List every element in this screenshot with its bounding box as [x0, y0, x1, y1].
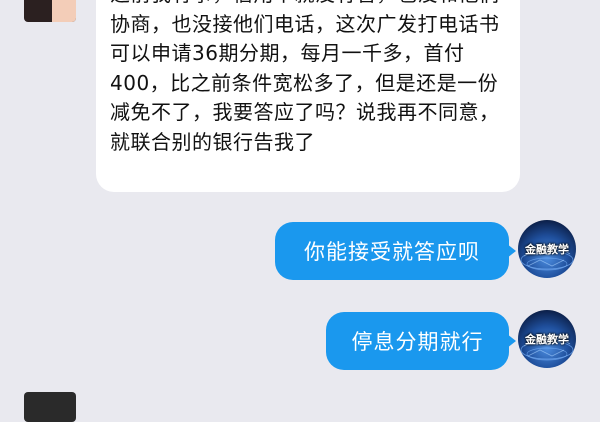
globe-network-avatar-icon[interactable]: 金融教学: [518, 310, 576, 368]
outgoing-message-bubble[interactable]: 停息分期就行: [326, 312, 516, 370]
avatar-label: 金融教学: [525, 333, 569, 346]
contact-avatar[interactable]: [24, 0, 76, 22]
globe-network-avatar-icon[interactable]: 金融教学: [518, 220, 576, 278]
incoming-message-bubble[interactable]: 之前我有事，信用卡就没有管，也没和他们协商，也没接他们电话，这次广发打电话书可以…: [96, 0, 520, 192]
contact-avatar-face: [52, 0, 76, 22]
incoming-message-text: 之前我有事，信用卡就没有管，也没和他们协商，也没接他们电话，这次广发打电话书可以…: [110, 0, 500, 154]
chat-conversation: 之前我有事，信用卡就没有管，也没和他们协商，也没接他们电话，这次广发打电话书可以…: [0, 0, 600, 422]
contact-avatar[interactable]: [24, 392, 76, 422]
outgoing-message-bubble[interactable]: 你能接受就答应呗: [275, 222, 516, 280]
avatar-label: 金融教学: [525, 243, 569, 256]
